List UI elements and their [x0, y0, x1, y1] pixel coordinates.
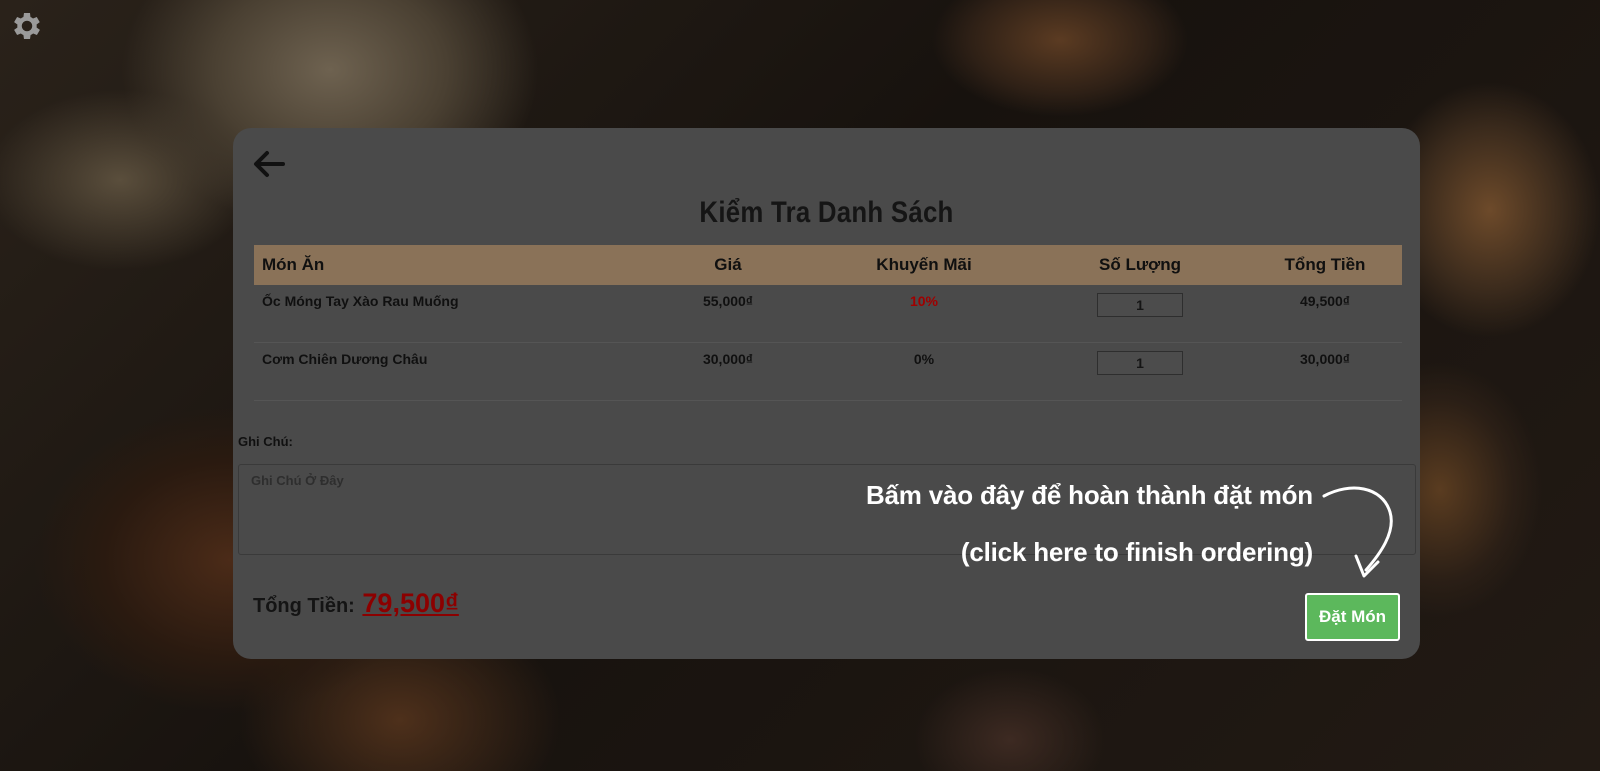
- quantity-cell: [1032, 342, 1248, 401]
- quantity-input[interactable]: [1097, 351, 1183, 375]
- header-price: Giá: [640, 245, 816, 285]
- dish-name: Cơm Chiên Dương Châu: [254, 342, 640, 401]
- dish-price: 30,000₫: [640, 342, 816, 401]
- modal-title: Kiểm Tra Danh Sách: [699, 196, 954, 229]
- order-hint-vietnamese: Bấm vào đây để hoàn thành đặt món: [865, 480, 1313, 510]
- total-label: Tổng Tiền:: [253, 595, 355, 617]
- arrow-left-icon[interactable]: [251, 146, 287, 182]
- dish-total: 30,000₫: [1248, 342, 1402, 401]
- table-header-row: Món Ăn Giá Khuyến Mãi Số Lượng Tổng Tiền: [254, 245, 1402, 285]
- gear-icon[interactable]: [9, 8, 45, 44]
- dish-promo: 10%: [816, 285, 1032, 343]
- header-total: Tổng Tiền: [1248, 245, 1402, 285]
- order-review-modal: Kiểm Tra Danh Sách Món Ăn Giá Khuyến Mãi…: [233, 128, 1420, 659]
- table-row: Cơm Chiên Dương Châu 30,000₫ 0% 30,000₫: [254, 342, 1402, 401]
- dish-total: 49,500₫: [1248, 285, 1402, 343]
- header-dish: Món Ăn: [254, 245, 640, 285]
- place-order-button[interactable]: Đặt Món: [1305, 593, 1400, 641]
- dish-name: Ốc Móng Tay Xào Rau Muống: [254, 285, 640, 343]
- quantity-input[interactable]: [1097, 293, 1183, 317]
- dish-price: 55,000₫: [640, 285, 816, 343]
- total-value: 79,500₫: [362, 588, 459, 618]
- header-promo: Khuyến Mãi: [816, 245, 1032, 285]
- order-table: Món Ăn Giá Khuyến Mãi Số Lượng Tổng Tiền…: [254, 245, 1402, 401]
- header-quantity: Số Lượng: [1032, 245, 1248, 285]
- grand-total: Tổng Tiền: 79,500₫: [253, 588, 459, 619]
- note-label: Ghi Chú:: [238, 434, 293, 449]
- table-row: Ốc Móng Tay Xào Rau Muống 55,000₫ 10% 49…: [254, 285, 1402, 343]
- dish-promo: 0%: [816, 342, 1032, 401]
- curved-arrow-icon: [1322, 486, 1393, 578]
- order-hint-english: (click here to finish ordering): [960, 537, 1313, 567]
- quantity-cell: [1032, 285, 1248, 343]
